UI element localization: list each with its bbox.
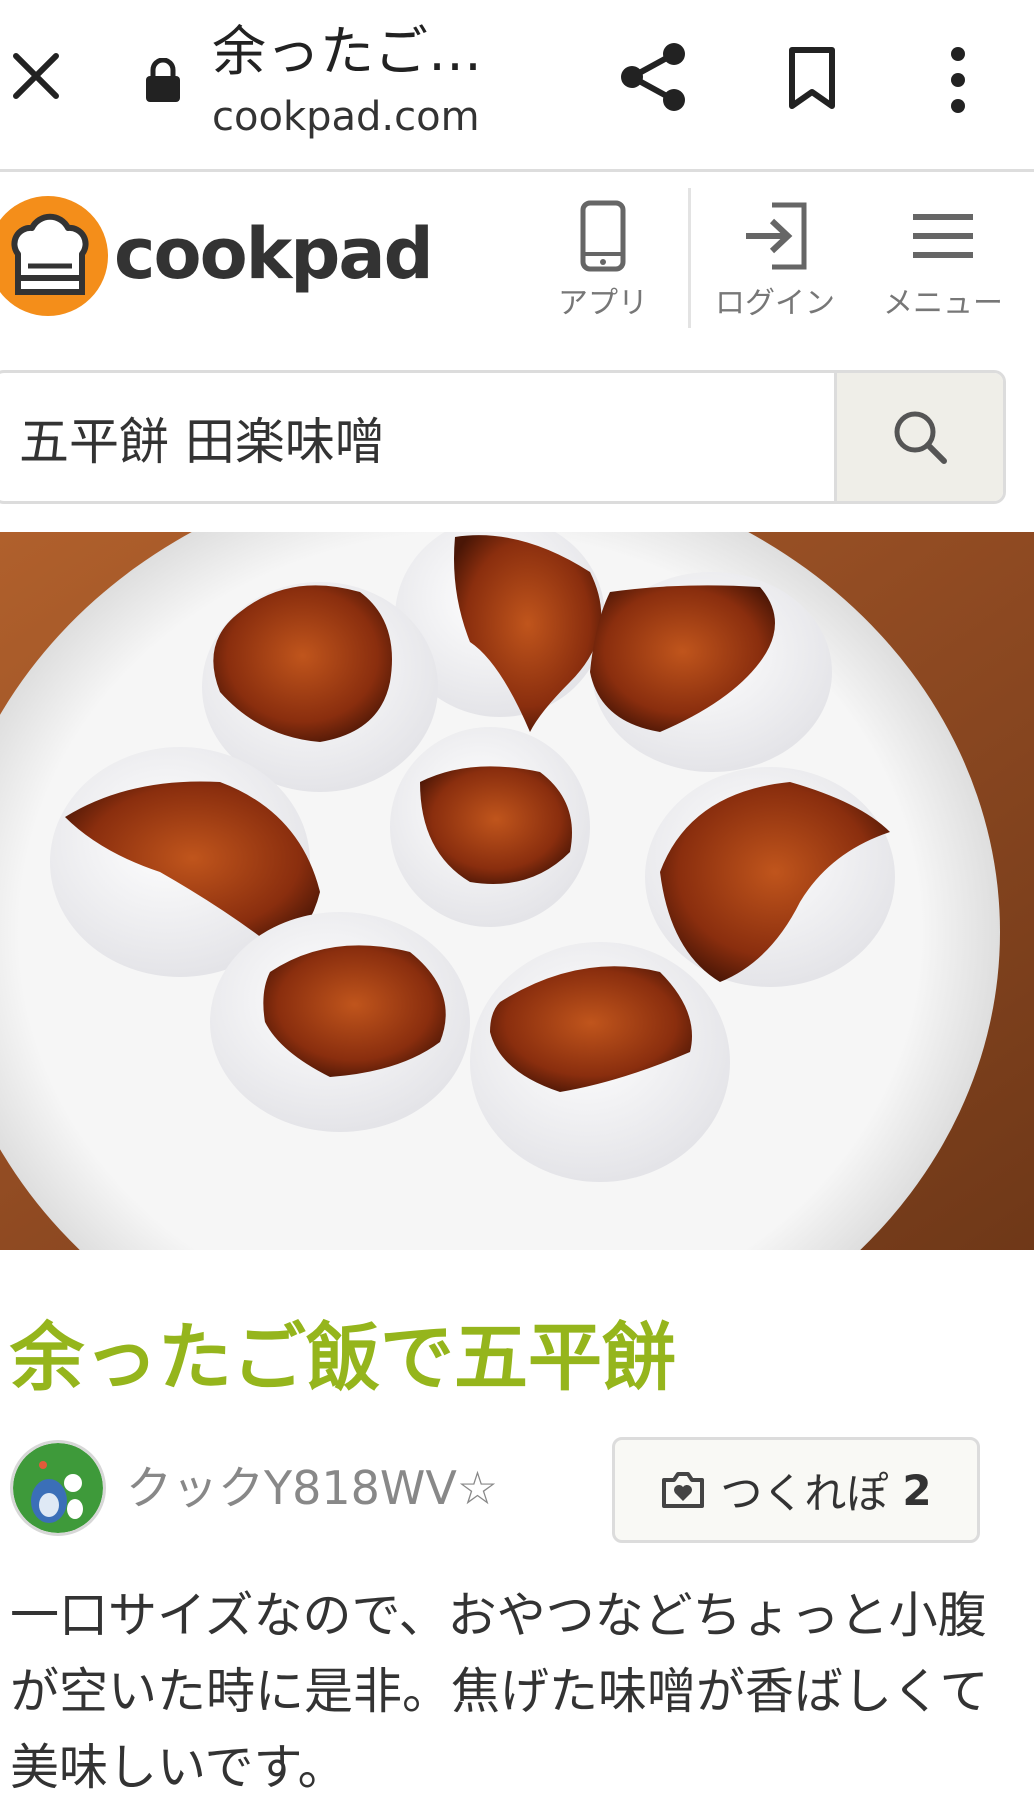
browser-toolbar: 余ったご… cookpad.com: [0, 0, 1034, 172]
cookpad-logo[interactable]: cookpad: [114, 212, 434, 296]
site-header: cookpad アプリ ログイン メニュー: [0, 172, 1034, 352]
search-input[interactable]: [17, 373, 821, 501]
tsukurepo-label: つくれぽ: [720, 1468, 889, 1518]
author-avatar[interactable]: [10, 1440, 106, 1536]
lock-icon: [146, 58, 180, 102]
search-button[interactable]: [834, 373, 1003, 501]
login-icon: [746, 202, 807, 270]
cookpad-logo-icon[interactable]: [0, 196, 108, 316]
bookmark-icon[interactable]: [786, 46, 838, 110]
smartphone-icon: [580, 200, 626, 272]
login-label: ログイン: [715, 286, 835, 321]
search-icon: [894, 411, 947, 464]
login-button[interactable]: ログイン: [700, 196, 850, 322]
header-divider: [688, 188, 691, 328]
camera-heart-icon: [662, 1472, 705, 1508]
recipe-title: 余ったご飯で五平餅: [10, 1315, 676, 1401]
tsukurepo-count: 2: [902, 1465, 932, 1515]
gohei-mochi-photo: [0, 532, 1034, 1250]
app-label: アプリ: [558, 286, 648, 321]
recipe-description: 一口サイズなので、おやつなどちょっと小腹が空いた時に是非。焦げた味噌が香ばしくて…: [10, 1587, 989, 1796]
search-bar: [0, 370, 1006, 504]
app-button[interactable]: アプリ: [528, 196, 678, 322]
recipe-photo[interactable]: [0, 532, 1034, 1250]
tsukurepo-button[interactable]: つくれぽ 2: [612, 1437, 980, 1543]
more-vert-icon[interactable]: [944, 44, 972, 116]
hamburger-menu-icon: [913, 214, 973, 258]
avatar-image: [13, 1443, 103, 1533]
tab-title[interactable]: 余ったご…: [212, 20, 482, 84]
menu-button[interactable]: メニュー: [868, 196, 1018, 322]
share-icon[interactable]: [618, 40, 688, 114]
chef-hat-icon: [11, 213, 89, 295]
close-icon[interactable]: [10, 50, 62, 102]
url-text[interactable]: cookpad.com: [212, 92, 480, 142]
author-name[interactable]: クックY818WV☆: [126, 1458, 498, 1518]
menu-label: メニュー: [883, 286, 1003, 321]
